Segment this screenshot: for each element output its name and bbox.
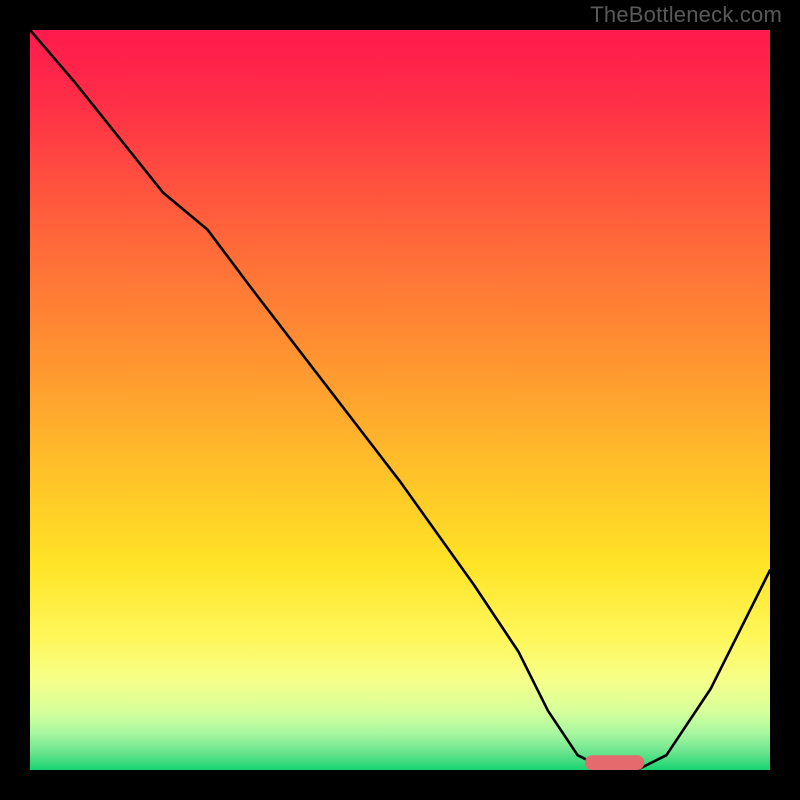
chart-plot bbox=[30, 30, 770, 770]
chart-svg bbox=[30, 30, 770, 770]
optimal-marker bbox=[585, 755, 644, 770]
chart-container: TheBottleneck.com bbox=[0, 0, 800, 800]
watermark-text: TheBottleneck.com bbox=[590, 2, 782, 28]
gradient-background bbox=[30, 30, 770, 770]
